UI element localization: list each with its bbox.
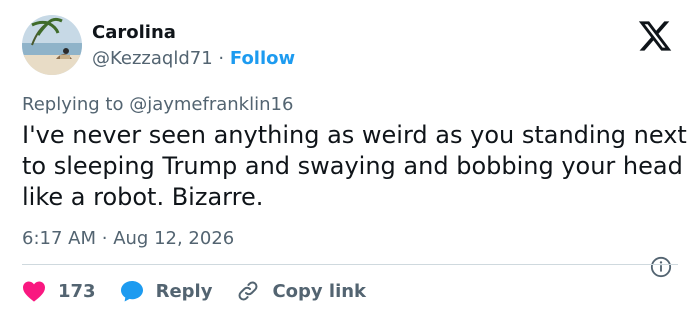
- copy-link-label: Copy link: [272, 280, 367, 302]
- author-handle[interactable]: @Kezzaqld71: [92, 48, 213, 69]
- reply-button[interactable]: Reply: [120, 280, 213, 302]
- x-logo-icon[interactable]: [636, 18, 674, 54]
- replying-to: Replying to @jaymefranklin16: [22, 94, 293, 116]
- copy-link-button[interactable]: Copy link: [236, 279, 366, 303]
- follow-button[interactable]: Follow: [230, 48, 295, 69]
- avatar[interactable]: [22, 15, 82, 75]
- handle-separator: ·: [218, 48, 225, 69]
- replying-prefix: Replying to: [22, 94, 124, 115]
- timestamp-row[interactable]: 6:17 AM · Aug 12, 2026: [22, 228, 234, 250]
- divider: [22, 264, 678, 265]
- reply-label: Reply: [155, 280, 213, 302]
- tweet-date: Aug 12, 2026: [113, 228, 235, 249]
- tweet-time: 6:17 AM: [22, 228, 96, 249]
- tweet-card: Carolina @Kezzaqld71 · Follow Replying t…: [0, 0, 700, 318]
- action-bar: 173 Reply Copy link: [22, 278, 390, 304]
- link-icon: [238, 281, 258, 301]
- time-separator: ·: [101, 228, 108, 249]
- tweet-text: I've never seen anything as weird as you…: [22, 121, 687, 211]
- heart-icon: [23, 281, 45, 302]
- avatar-image: [22, 15, 82, 75]
- like-count: 173: [58, 280, 96, 302]
- author-name[interactable]: Carolina: [92, 22, 176, 44]
- like-button[interactable]: 173: [22, 280, 96, 302]
- info-icon[interactable]: [650, 256, 672, 278]
- replying-handle[interactable]: @jaymefranklin16: [129, 94, 293, 115]
- author-handle-row: @Kezzaqld71 · Follow: [92, 48, 295, 70]
- reply-bubble-icon: [120, 281, 143, 302]
